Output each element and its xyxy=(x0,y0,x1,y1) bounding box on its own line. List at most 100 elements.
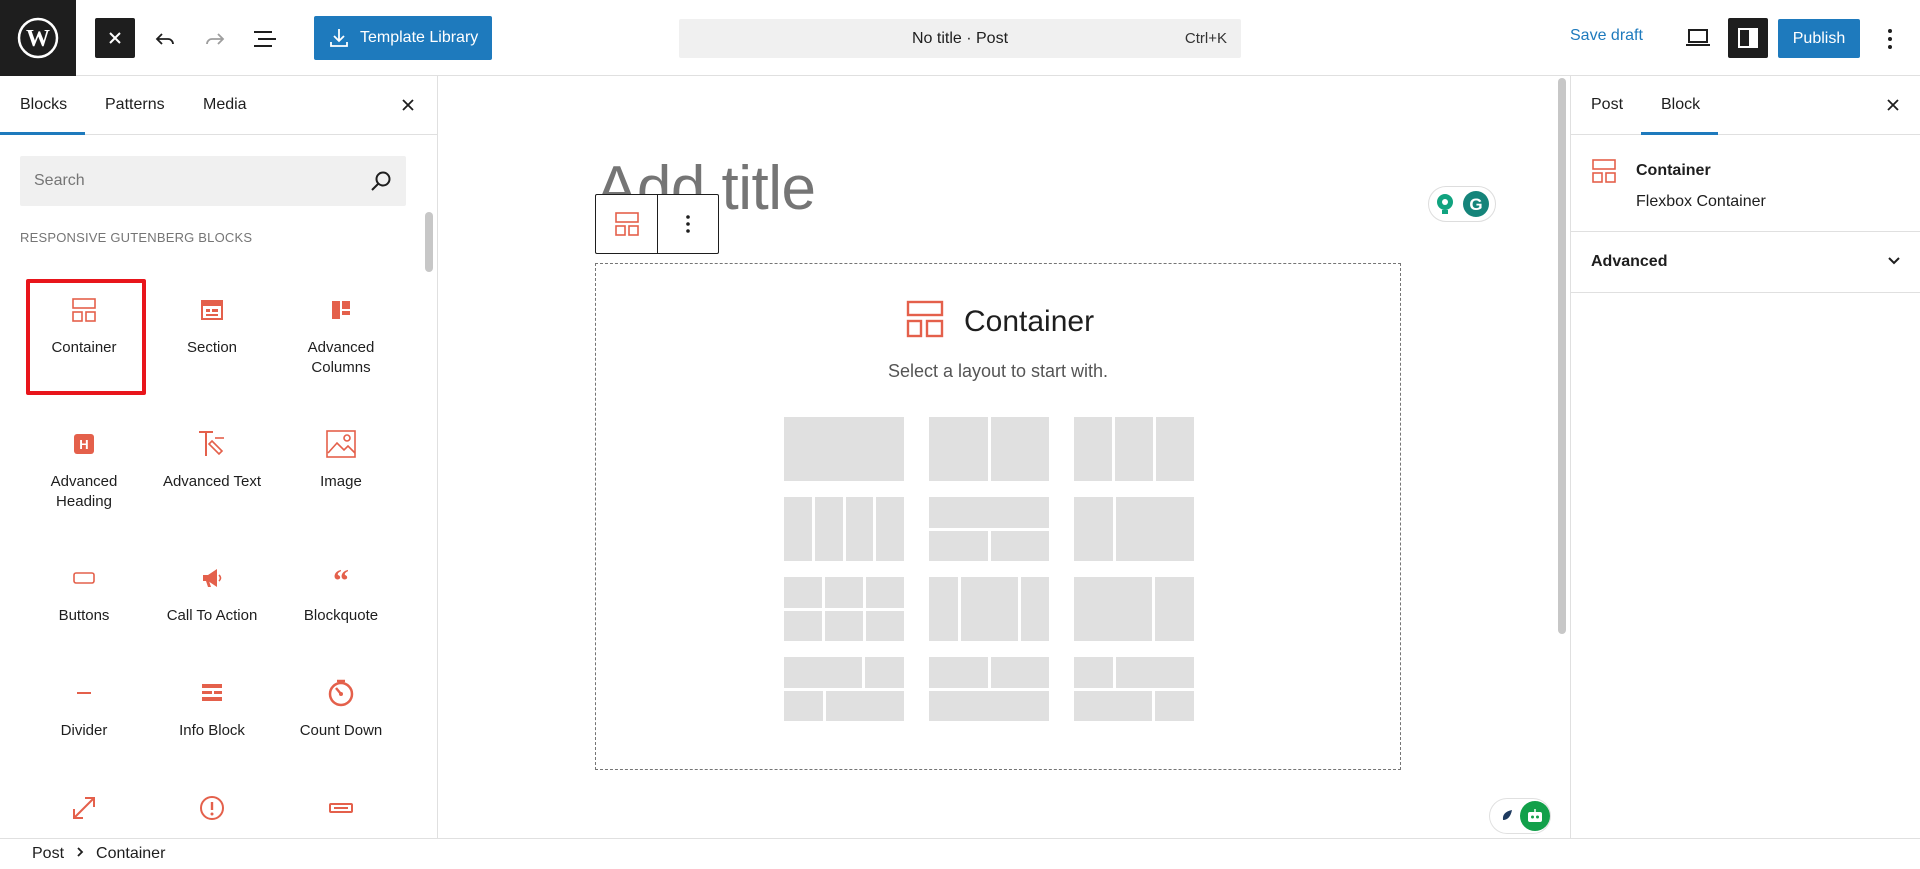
placeholder-subtitle: Select a layout to start with. xyxy=(887,361,1109,381)
editor-header: W Template Library No title · Post Ctrl+… xyxy=(0,0,1920,76)
category-title: RESPONSIVE GUTENBERG BLOCKS xyxy=(20,230,253,245)
document-title: No title · Post xyxy=(911,29,1009,47)
block-buttons[interactable]: Buttons xyxy=(24,558,144,626)
breadcrumb-post[interactable]: Post xyxy=(32,845,64,863)
quote-icon: “ xyxy=(321,558,361,598)
resize-icon xyxy=(64,788,104,828)
layout-option-1[interactable] xyxy=(784,417,904,481)
block-label: Container xyxy=(51,339,117,356)
layout-option-5[interactable] xyxy=(929,497,1049,561)
search-input[interactable] xyxy=(20,156,340,206)
block-label: Advanced Columns xyxy=(307,339,375,376)
heading-icon: H xyxy=(64,424,104,464)
tab-patterns[interactable]: Patterns xyxy=(105,96,165,114)
placeholder-title: Container xyxy=(964,304,1095,338)
block-image[interactable]: Image xyxy=(281,424,401,492)
tab-media[interactable]: Media xyxy=(203,96,247,114)
block-label: Section xyxy=(186,339,238,356)
tab-blocks[interactable]: Blocks xyxy=(20,96,67,114)
container-icon[interactable] xyxy=(596,195,657,253)
layout-option-11[interactable] xyxy=(929,657,1049,721)
command-palette-button[interactable]: No title · Post Ctrl+K xyxy=(679,19,1241,58)
lightbulb-icon xyxy=(1437,194,1453,214)
layout-option-7[interactable] xyxy=(784,577,904,641)
block-item[interactable] xyxy=(24,788,144,828)
countdown-icon xyxy=(321,673,361,713)
canvas-scrollbar[interactable] xyxy=(1558,78,1566,634)
inserter-tabs: Blocks Patterns Media xyxy=(0,76,437,135)
block-advanced-text[interactable]: Advanced Text xyxy=(152,424,272,492)
layout-option-10[interactable] xyxy=(784,657,904,721)
container-icon xyxy=(906,300,944,343)
robot-icon xyxy=(1520,801,1550,831)
block-count-down[interactable]: Count Down xyxy=(281,673,401,741)
block-container[interactable]: Container xyxy=(24,290,144,358)
settings-sidebar: Post Block Container Flexbox Container A… xyxy=(1570,76,1920,838)
block-label: Image xyxy=(320,473,362,490)
block-card-title: Container xyxy=(1636,162,1711,179)
notice-icon xyxy=(192,788,232,828)
block-label: Divider xyxy=(60,722,108,739)
tab-block[interactable]: Block xyxy=(1661,96,1700,114)
sidebar-toggle-icon[interactable] xyxy=(1728,18,1768,58)
active-tab-indicator xyxy=(0,132,85,135)
shortcut-hint: Ctrl+K xyxy=(1184,30,1227,47)
layout-option-9[interactable] xyxy=(1074,577,1194,641)
container-icon xyxy=(64,290,104,330)
laptop-icon[interactable] xyxy=(1678,18,1718,58)
template-library-label: Template Library xyxy=(360,29,479,46)
field-icon xyxy=(321,788,361,828)
layout-option-2[interactable] xyxy=(929,417,1049,481)
close-icon[interactable] xyxy=(1881,93,1905,117)
close-icon[interactable] xyxy=(396,93,420,117)
svg-text:W: W xyxy=(26,26,50,52)
list-view-icon[interactable] xyxy=(245,19,285,59)
block-advanced-columns[interactable]: Advanced Columns xyxy=(281,290,401,378)
more-vertical-icon[interactable] xyxy=(1870,19,1910,59)
publish-button[interactable]: Publish xyxy=(1778,19,1860,58)
undo-icon[interactable] xyxy=(145,19,185,59)
layout-option-6[interactable] xyxy=(1074,497,1194,561)
block-item[interactable] xyxy=(152,788,272,828)
layout-option-3[interactable] xyxy=(1074,417,1194,481)
grammarly-widget[interactable]: G xyxy=(1428,186,1496,222)
chevron-right-icon xyxy=(74,845,86,863)
button-icon xyxy=(64,558,104,598)
more-vertical-icon[interactable] xyxy=(657,195,718,253)
wordpress-icon[interactable]: W xyxy=(0,0,76,76)
save-draft-button[interactable]: Save draft xyxy=(1570,27,1643,45)
columns-icon xyxy=(321,290,361,330)
layout-option-8[interactable] xyxy=(929,577,1049,641)
block-blockquote[interactable]: “ Blockquote xyxy=(281,558,401,626)
download-icon xyxy=(330,29,348,47)
block-label: Blockquote xyxy=(303,607,379,624)
block-info-block[interactable]: Info Block xyxy=(152,673,272,741)
block-inserter-panel: Blocks Patterns Media RESPONSIVE GUTENBE… xyxy=(0,76,438,838)
block-label: Count Down xyxy=(299,722,383,739)
svg-text:G: G xyxy=(1469,195,1482,214)
block-divider[interactable]: Divider xyxy=(24,673,144,741)
breadcrumb-container[interactable]: Container xyxy=(96,845,165,863)
block-label: Advanced Heading xyxy=(50,473,118,510)
block-label: Advanced Text xyxy=(162,473,262,490)
template-library-button[interactable]: Template Library xyxy=(314,16,492,60)
close-icon[interactable] xyxy=(95,18,135,58)
inserter-scrollbar[interactable] xyxy=(425,212,433,272)
block-advanced-heading[interactable]: H Advanced Heading xyxy=(24,424,144,512)
text-icon xyxy=(192,424,232,464)
block-label: Info Block xyxy=(179,722,245,739)
ai-assistant-widget[interactable] xyxy=(1490,799,1550,833)
layout-option-12[interactable] xyxy=(1074,657,1194,721)
feather-icon xyxy=(1500,810,1512,822)
container-icon xyxy=(1591,158,1617,189)
tab-post[interactable]: Post xyxy=(1591,96,1623,114)
container-placeholder[interactable]: Container Select a layout to start with. xyxy=(595,263,1401,770)
block-section[interactable]: Section xyxy=(152,290,272,358)
image-icon xyxy=(321,424,361,464)
block-call-to-action[interactable]: Call To Action xyxy=(152,558,272,626)
grammarly-icon: G xyxy=(1463,191,1489,217)
advanced-panel-toggle[interactable]: Advanced xyxy=(1571,233,1920,293)
block-item[interactable] xyxy=(281,788,401,828)
layout-option-4[interactable] xyxy=(784,497,904,561)
redo-icon[interactable] xyxy=(195,19,235,59)
